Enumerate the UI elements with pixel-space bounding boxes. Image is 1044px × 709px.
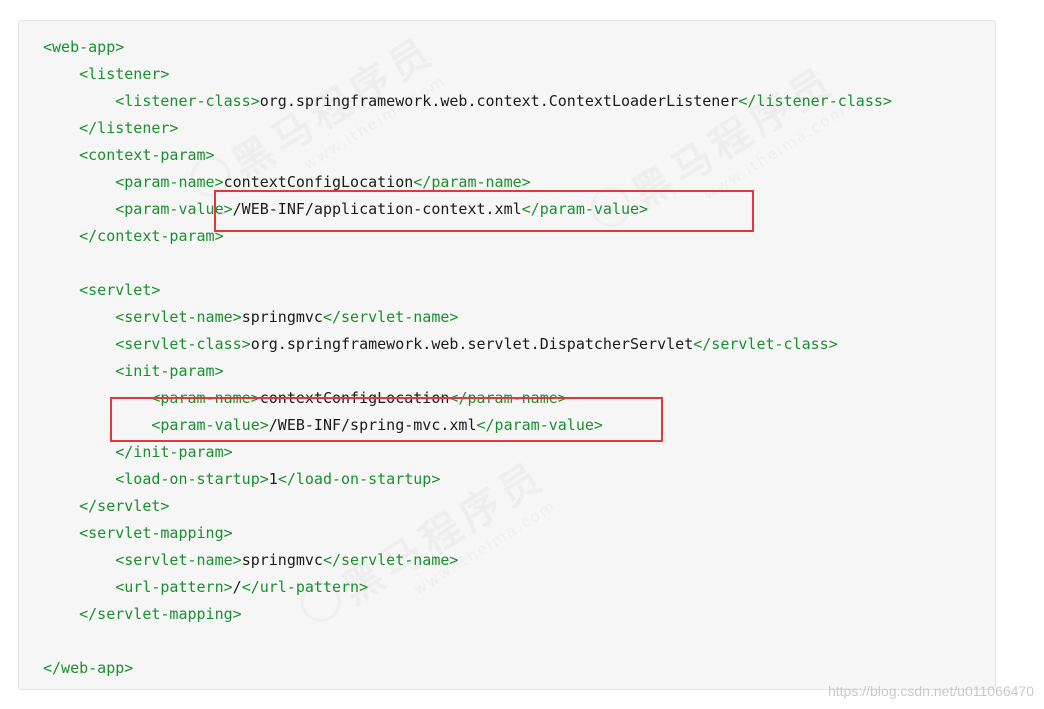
xml-tag: </servlet-name> [322, 308, 459, 326]
xml-text: /WEB-INF/spring-mvc.xml [268, 416, 477, 434]
xml-tag: <servlet-mapping> [79, 524, 233, 542]
xml-text: contextConfigLocation [223, 173, 414, 191]
xml-text: org.springframework.web.context.ContextL… [259, 92, 739, 110]
watermark-url: www.itheima.com [410, 496, 560, 599]
code-line: </servlet-mapping> [43, 601, 242, 628]
xml-text: contextConfigLocation [259, 389, 450, 407]
code-line: </servlet> [43, 493, 169, 520]
code-line: <servlet-mapping> [43, 520, 233, 547]
xml-tag: </param-value> [476, 416, 603, 434]
code-line: </listener> [43, 115, 178, 142]
code-line: <param-name>contextConfigLocation</param… [43, 385, 567, 412]
xml-tag: <listener> [79, 65, 170, 83]
code-line: </init-param> [43, 439, 233, 466]
xml-tag: <param-name> [151, 389, 260, 407]
xml-text: springmvc [241, 308, 323, 326]
xml-tag: </servlet-mapping> [79, 605, 242, 623]
xml-text: 1 [268, 470, 278, 488]
code-line: <servlet> [43, 277, 160, 304]
code-line: </context-param> [43, 223, 224, 250]
xml-tag: </param-name> [449, 389, 567, 407]
watermark-text: 黑马程序员 [624, 57, 844, 219]
xml-tag: </servlet-name> [322, 551, 459, 569]
xml-text: springmvc [241, 551, 323, 569]
xml-tag: </param-name> [413, 173, 531, 191]
code-line: <listener> [43, 61, 169, 88]
xml-tag: </servlet-class> [693, 335, 838, 353]
xml-tag: </servlet> [79, 497, 170, 515]
code-line: <listener-class>org.springframework.web.… [43, 88, 892, 115]
code-line: <web-app> [43, 34, 124, 61]
code-line: <param-name>contextConfigLocation</param… [43, 169, 531, 196]
xml-tag: </context-param> [79, 227, 224, 245]
code-line: </web-app> [43, 655, 133, 682]
code-block: 黑马程序员 www.itheima.com 黑马程序员 www.itheima.… [18, 20, 996, 690]
xml-tag: </listener> [79, 119, 179, 137]
xml-tag: </param-value> [521, 200, 649, 218]
code-line: <servlet-class>org.springframework.web.s… [43, 331, 838, 358]
xml-tag: </listener-class> [738, 92, 892, 110]
xml-tag: <init-param> [115, 362, 224, 380]
xml-tag: </web-app> [43, 659, 134, 677]
source-url: https://blog.csdn.net/u011066470 [827, 683, 1034, 699]
code-line: <param-value>/WEB-INF/spring-mvc.xml</pa… [43, 412, 603, 439]
xml-tag: <param-value> [151, 416, 269, 434]
xml-tag: <web-app> [43, 38, 125, 56]
code-line: <servlet-name>springmvc</servlet-name> [43, 304, 458, 331]
xml-tag: </init-param> [115, 443, 233, 461]
xml-tag: <servlet-name> [115, 551, 242, 569]
xml-text: / [232, 578, 242, 596]
watermark: 黑马程序员 www.itheima.com [583, 49, 854, 235]
code-line: <url-pattern>/</url-pattern> [43, 574, 368, 601]
xml-tag: <servlet> [79, 281, 161, 299]
code-line: <init-param> [43, 358, 224, 385]
xml-tag: <context-param> [79, 146, 215, 164]
xml-tag: <servlet-name> [115, 308, 242, 326]
xml-text: /WEB-INF/application-context.xml [232, 200, 522, 218]
code-line: <servlet-name>springmvc</servlet-name> [43, 547, 458, 574]
code-line: <load-on-startup>1</load-on-startup> [43, 466, 440, 493]
xml-tag: <load-on-startup> [115, 470, 269, 488]
xml-tag: <param-name> [115, 173, 224, 191]
xml-tag: </url-pattern> [241, 578, 369, 596]
xml-tag: <url-pattern> [115, 578, 233, 596]
xml-tag: <listener-class> [115, 92, 260, 110]
code-line: <context-param> [43, 142, 215, 169]
xml-tag: </load-on-startup> [277, 470, 441, 488]
watermark-url: www.itheima.com [300, 71, 450, 174]
xml-text: org.springframework.web.servlet.Dispatch… [250, 335, 694, 353]
xml-tag: <servlet-class> [115, 335, 251, 353]
xml-tag: <param-value> [115, 200, 233, 218]
code-line: <param-value>/WEB-INF/application-contex… [43, 196, 648, 223]
